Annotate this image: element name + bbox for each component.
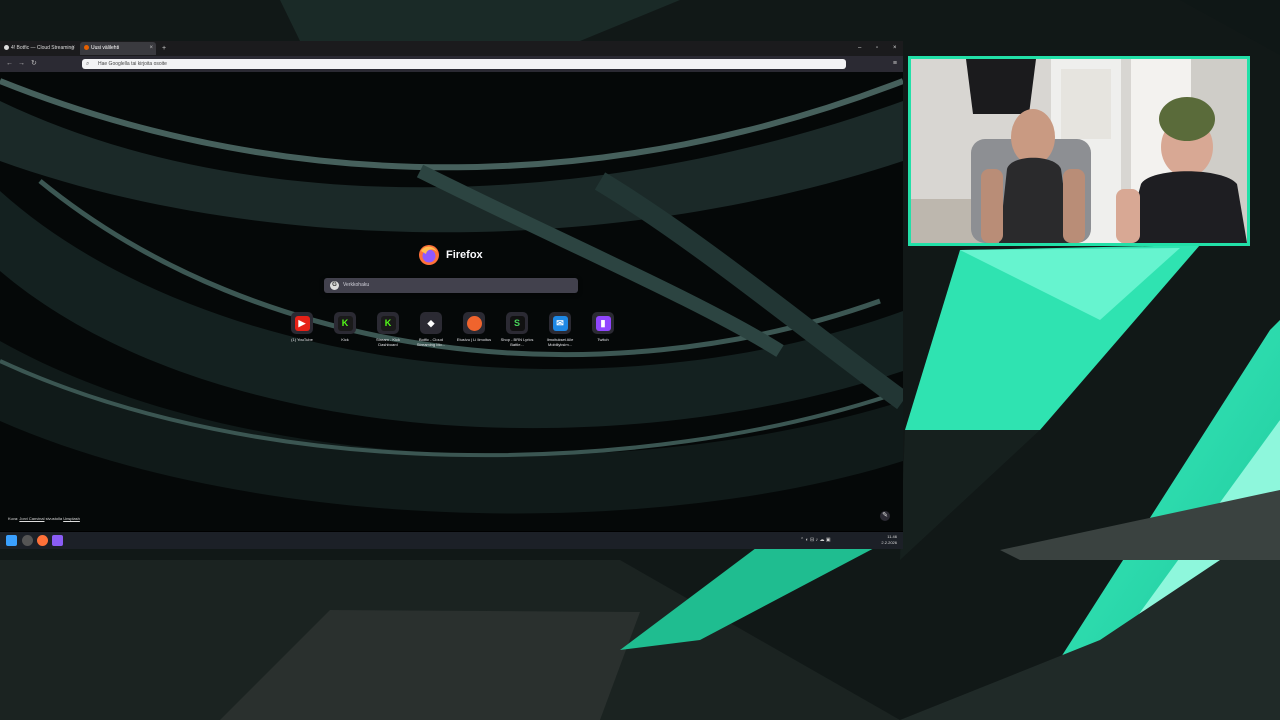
botfic-icon: ◆ (423, 315, 439, 331)
tab-new-tab[interactable]: Uusi välilehti × (80, 42, 156, 55)
screen-capture: 4! Botfic — Cloud Streaming × Uusi välil… (0, 41, 903, 549)
back-icon[interactable]: ← (6, 58, 13, 70)
close-icon[interactable]: × (71, 42, 75, 55)
firefox-icon[interactable] (37, 535, 48, 546)
tab-favicon (4, 45, 9, 51)
twitch-icon: ▮ (595, 315, 611, 331)
app-icon[interactable] (52, 535, 63, 546)
url-bar[interactable]: ⌕ Hae Googlella tai kirjoita osoite (82, 59, 846, 69)
firefox-brand: Firefox (418, 243, 483, 267)
tab-strip: 4! Botfic — Cloud Streaming × Uusi välil… (0, 41, 903, 56)
webcam-feed (908, 56, 1250, 246)
shortcut-twitch[interactable]: ▮ Twitch (584, 312, 622, 342)
firefox-logo-icon (419, 245, 439, 265)
minimize-icon[interactable]: – (858, 42, 861, 55)
navigation-bar: ← → ↻ ⌕ Hae Googlella tai kirjoita osoit… (0, 56, 903, 72)
top-sites: ▶ (1) YouTube K Kick K Stream - Kick Das… (283, 312, 623, 352)
shortcut-tile: K (377, 312, 399, 334)
shortcut-label: Shop - BRN Lyrics Battle... (500, 337, 534, 347)
close-icon[interactable]: × (149, 42, 153, 55)
menu-icon[interactable]: ≡ (893, 58, 897, 70)
shortcut-youtube[interactable]: ▶ (1) YouTube (283, 312, 321, 342)
search-icon: ⌕ (86, 61, 90, 67)
edit-icon[interactable]: ✎ (880, 511, 890, 521)
google-icon: G (330, 281, 339, 290)
tab-label: 4! Botfic — Cloud Streaming (11, 45, 75, 51)
shortcut-tile (463, 312, 485, 334)
shortcut-tile: ✉ (549, 312, 571, 334)
kick-icon: K (337, 315, 353, 331)
shortcut-tile: K (334, 312, 356, 334)
shortcut-tile: ◆ (420, 312, 442, 334)
search-placeholder: Verkkohaku (343, 282, 370, 288)
shortcut-tile: S (506, 312, 528, 334)
web-search-input[interactable]: G Verkkohaku (324, 278, 578, 293)
credit-source-link[interactable]: Unsplash (63, 516, 80, 521)
start-icon[interactable] (6, 535, 17, 546)
shortcut-label: Kick (341, 337, 349, 342)
credit-prefix: Kuva: (8, 516, 19, 521)
shortcut-label: Twitch (597, 337, 609, 342)
shortcut-etusivu[interactable]: Etusivu | Li Ilmoitus (455, 312, 493, 342)
shortcut-label: Etusivu | Li Ilmoitus (456, 337, 492, 342)
shortcut-kick-dashboard[interactable]: K Stream - Kick Dashboard (369, 312, 407, 347)
youtube-icon: ▶ (294, 315, 310, 331)
maximize-icon[interactable]: ▫ (876, 42, 878, 55)
webcam-image (911, 59, 1247, 243)
shortcut-label: Botfic - Cloud Streaming Mo... (416, 337, 446, 347)
shortcut-kick[interactable]: K Kick (326, 312, 364, 342)
mail-icon: ✉ (552, 315, 568, 331)
close-window-icon[interactable]: × (893, 42, 897, 55)
shortcut-shop[interactable]: S Shop - BRN Lyrics Battle... (498, 312, 536, 347)
url-text: Hae Googlella tai kirjoita osoite (98, 61, 167, 67)
brand-name: Firefox (446, 249, 483, 261)
forward-icon[interactable]: → (18, 58, 25, 70)
settings-icon[interactable] (22, 535, 33, 546)
tab-botfic[interactable]: 4! Botfic — Cloud Streaming × (0, 42, 78, 55)
wallpaper-credit: Kuva: Jorvi Canvinal sivustolla Unsplash (8, 516, 80, 521)
system-tray[interactable]: ⌃ ◐ ⊟ ♪ ☁ ▣ (800, 535, 831, 546)
new-tab-button[interactable]: + (162, 42, 166, 55)
firefox-tab-icon (84, 45, 89, 51)
taskbar: ⌃ ◐ ⊟ ♪ ☁ ▣ 11.46 2.2.2026 (0, 532, 903, 549)
shortcut-ilmoitukset[interactable]: ✉ Ilmoitukset Alle Mobiliyksim... (541, 312, 579, 347)
credit-middle: sivustolla (45, 516, 63, 521)
shortcut-label: (1) YouTube (291, 337, 313, 342)
kick-icon: K (380, 315, 396, 331)
reload-icon[interactable]: ↻ (31, 58, 37, 70)
credit-author-link[interactable]: Jorvi Canvinal (19, 516, 44, 521)
orange-circle-icon (466, 315, 482, 331)
shortcut-tile: ▮ (592, 312, 614, 334)
shortcut-botfic[interactable]: ◆ Botfic - Cloud Streaming Mo... (412, 312, 450, 347)
shortcut-label: Ilmoitukset Alle Mobiliyksim... (546, 337, 574, 347)
shortcut-label: Stream - Kick Dashboard (375, 337, 400, 347)
shortcut-tile: ▶ (291, 312, 313, 334)
clock[interactable]: 11.46 2.2.2026 (881, 534, 897, 546)
clock-date: 2.2.2026 (881, 540, 897, 545)
tab-label: Uusi välilehti (91, 45, 120, 51)
s-icon: S (509, 315, 525, 331)
